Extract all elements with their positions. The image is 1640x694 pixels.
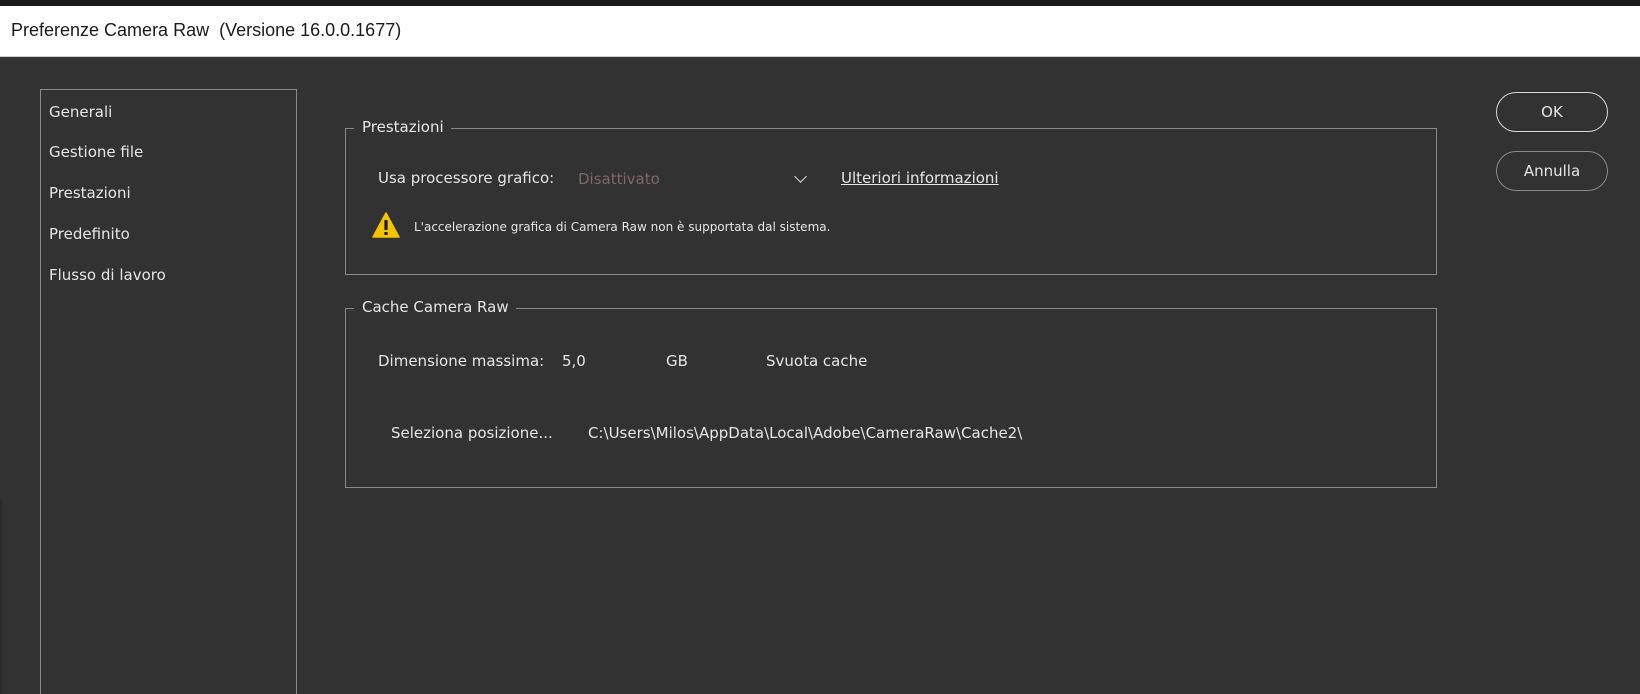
gpu-label: Usa processore grafico:	[378, 169, 555, 187]
window-title: Preferenze Camera Raw (Versione 16.0.0.1…	[11, 20, 402, 40]
title-bar: Preferenze Camera Raw (Versione 16.0.0.1…	[0, 6, 1640, 57]
purge-cache-button[interactable]: Svuota cache	[766, 352, 867, 370]
select-location-button[interactable]: Seleziona posizione...	[391, 424, 553, 442]
warning-text: L'accelerazione grafica di Camera Raw no…	[414, 220, 831, 234]
performance-group: Prestazioni Usa processore grafico: Disa…	[345, 118, 1437, 275]
preferences-sidebar: Generali Gestione file Prestazioni Prede…	[40, 89, 297, 694]
ok-button[interactable]: OK	[1496, 92, 1608, 132]
warning-triangle-icon	[372, 212, 400, 238]
size-unit-label: GB	[666, 352, 688, 370]
max-size-label: Dimensione massima:	[378, 352, 545, 370]
gpu-select[interactable]: Disattivato	[578, 170, 660, 188]
sidebar-item-predefinito[interactable]: Predefinito	[49, 225, 130, 243]
sidebar-item-generali[interactable]: Generali	[49, 103, 112, 121]
left-edge-divider	[0, 500, 2, 694]
sidebar-item-prestazioni[interactable]: Prestazioni	[49, 184, 131, 202]
sidebar-item-flusso-di-lavoro[interactable]: Flusso di lavoro	[49, 266, 166, 284]
cancel-button[interactable]: Annulla	[1496, 151, 1608, 191]
max-size-input[interactable]: 5,0	[562, 352, 586, 370]
cache-group: Cache Camera Raw Dimensione massima: 5,0…	[345, 298, 1437, 488]
sidebar-item-gestione-file[interactable]: Gestione file	[49, 143, 143, 161]
more-info-link[interactable]: Ulteriori informazioni	[841, 169, 999, 187]
preferences-window: Preferenze Camera Raw (Versione 16.0.0.1…	[0, 0, 1640, 694]
cache-group-legend: Cache Camera Raw	[354, 298, 516, 316]
cache-path: C:\Users\Milos\AppData\Local\Adobe\Camer…	[588, 424, 1023, 442]
performance-group-legend: Prestazioni	[354, 118, 451, 136]
chevron-down-icon[interactable]	[794, 170, 807, 183]
